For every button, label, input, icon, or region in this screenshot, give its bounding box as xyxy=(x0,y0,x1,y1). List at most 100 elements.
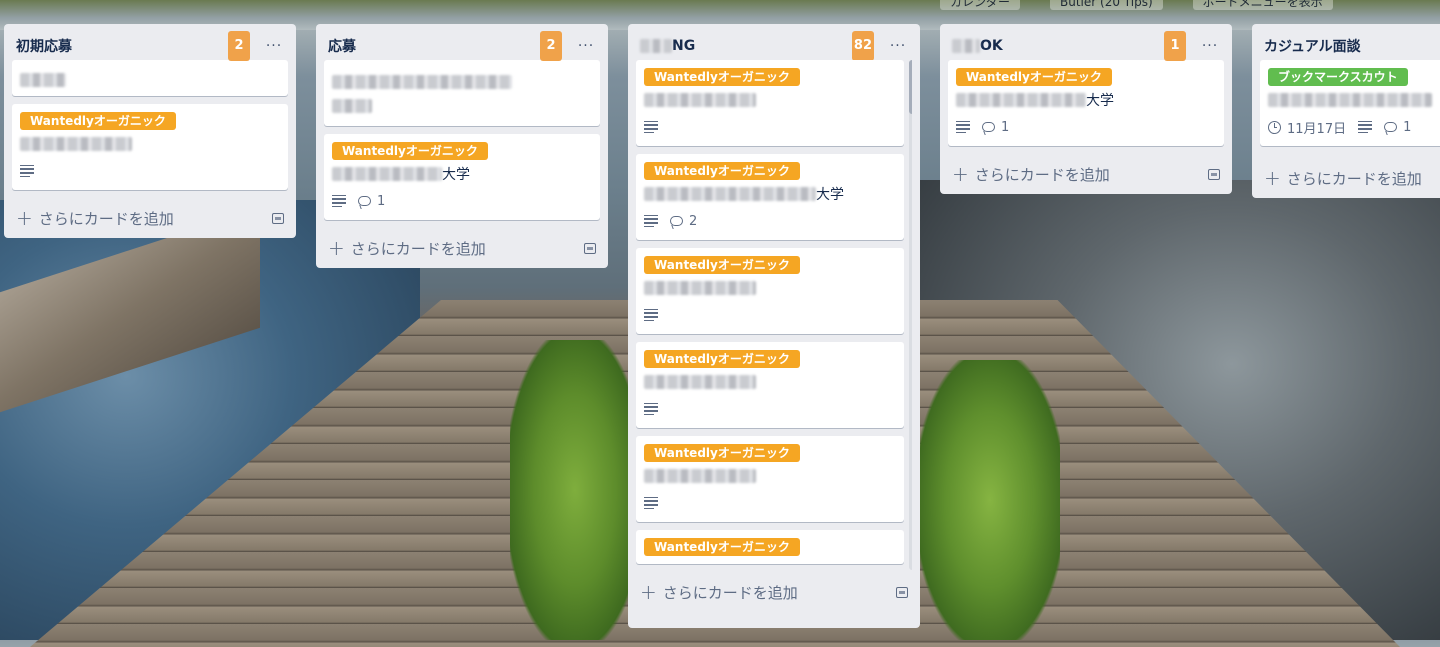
card-title xyxy=(20,70,280,90)
card-count-badge: 2 xyxy=(228,31,250,61)
add-card-label: さらにカードを追加 xyxy=(1286,169,1422,188)
card-label: ブックマークスカウト xyxy=(1268,68,1408,86)
card-title xyxy=(644,466,896,486)
card-title xyxy=(644,278,896,298)
card-label: Wantedlyオーガニック xyxy=(20,112,176,130)
list-ok: OK 1 ··· Wantedlyオーガニック 大学 1 + さらにカードを追加 xyxy=(940,24,1232,194)
plus-icon: + xyxy=(1264,166,1281,190)
description-icon xyxy=(644,120,658,134)
card-badges xyxy=(644,492,896,514)
card-label: Wantedlyオーガニック xyxy=(956,68,1112,86)
list-title[interactable]: 応募 xyxy=(328,36,540,56)
list-menu-button[interactable]: ··· xyxy=(1198,38,1222,54)
comments-badge: 1 xyxy=(358,194,385,209)
list-initial-application: 初期応募 2 ··· Wantedlyオーガニック + さらにカードを追加 xyxy=(4,24,296,238)
card[interactable]: Wantedlyオーガニック 大学 1 xyxy=(324,134,600,220)
card-title-text: 大学 xyxy=(1086,93,1114,109)
list-casual-interview: カジュアル面談 ブックマークスカウト 11月17日 1 + さらにカードを追加 xyxy=(1252,24,1440,198)
card-count-badge: 2 xyxy=(540,31,562,61)
card[interactable] xyxy=(324,60,600,126)
due-date-badge: 11月17日 xyxy=(1268,118,1346,137)
list-menu-button[interactable]: ··· xyxy=(262,38,286,54)
comment-icon xyxy=(982,122,995,132)
description-icon xyxy=(644,402,658,416)
card[interactable]: Wantedlyオーガニック xyxy=(636,60,904,146)
card-title-line-2 xyxy=(332,96,592,116)
plus-icon: + xyxy=(640,580,657,604)
list-title[interactable]: OK xyxy=(952,38,1164,54)
card-label: Wantedlyオーガニック xyxy=(644,162,800,180)
add-card-label: さらにカードを追加 xyxy=(974,165,1110,184)
card[interactable]: Wantedlyオーガニック 大学 1 xyxy=(948,60,1224,146)
add-card-button[interactable]: + さらにカードを追加 xyxy=(948,154,1224,194)
comment-icon xyxy=(358,196,371,206)
description-icon xyxy=(1358,120,1373,134)
card-label: Wantedlyオーガニック xyxy=(332,142,488,160)
list-title[interactable]: NG xyxy=(640,38,852,54)
card-title xyxy=(20,134,280,154)
plus-icon: + xyxy=(952,162,969,186)
card-title-text: 大学 xyxy=(442,167,470,183)
card-count-badge: 1 xyxy=(1164,31,1186,61)
add-card-button[interactable]: + さらにカードを追加 xyxy=(636,572,912,612)
list-menu-button[interactable]: ··· xyxy=(886,38,910,54)
create-from-template-icon[interactable] xyxy=(272,212,284,224)
comment-icon xyxy=(670,216,683,226)
card-badges xyxy=(644,304,896,326)
list-application: 応募 2 ··· Wantedlyオーガニック 大学 1 + さらにカードを追加 xyxy=(316,24,608,268)
comments-badge: 1 xyxy=(1384,120,1411,135)
comments-badge: 1 xyxy=(982,120,1009,135)
card-label: Wantedlyオーガニック xyxy=(644,350,800,368)
card-title: 大学 xyxy=(956,90,1216,110)
description-icon xyxy=(644,214,658,228)
comment-icon xyxy=(1384,122,1398,132)
comment-count: 1 xyxy=(1001,119,1010,135)
card[interactable] xyxy=(12,60,288,96)
card-badges xyxy=(644,116,896,138)
add-card-button[interactable]: + さらにカードを追加 xyxy=(324,228,600,268)
card[interactable]: Wantedlyオーガニック 大学 2 xyxy=(636,154,904,240)
card-badges xyxy=(644,398,896,420)
create-from-template-icon[interactable] xyxy=(584,242,596,254)
list-menu-button[interactable]: ··· xyxy=(574,38,598,54)
comments-badge: 2 xyxy=(670,214,697,229)
list-cards-scroll[interactable]: Wantedlyオーガニック Wantedlyオーガニック 大学 2 Wante… xyxy=(636,60,912,572)
create-from-template-icon[interactable] xyxy=(1208,168,1220,180)
card-badges: 2 xyxy=(644,210,896,232)
comment-count: 2 xyxy=(689,213,698,229)
board-canvas: 初期応募 2 ··· Wantedlyオーガニック + さらにカードを追加 応募… xyxy=(0,0,1440,637)
card-badges: 1 xyxy=(956,116,1216,138)
card-badges xyxy=(20,160,280,182)
add-card-label: さらにカードを追加 xyxy=(662,583,798,602)
card[interactable]: Wantedlyオーガニック xyxy=(636,530,904,564)
add-card-button[interactable]: + さらにカードを追加 xyxy=(1260,154,1440,198)
card[interactable]: Wantedlyオーガニック xyxy=(12,104,288,190)
list-title[interactable]: カジュアル面談 xyxy=(1264,36,1438,56)
list-scrollbar[interactable] xyxy=(909,60,912,570)
list-title[interactable]: 初期応募 xyxy=(16,36,228,56)
description-icon xyxy=(644,496,658,510)
create-from-template-icon[interactable] xyxy=(896,586,908,598)
card-title xyxy=(644,90,896,110)
card-title: 大学 xyxy=(332,164,592,184)
card[interactable]: Wantedlyオーガニック xyxy=(636,436,904,522)
card-title xyxy=(644,372,896,392)
clock-icon xyxy=(1268,120,1281,134)
card[interactable]: Wantedlyオーガニック xyxy=(636,342,904,428)
card-label: Wantedlyオーガニック xyxy=(644,538,800,556)
scrollbar-thumb[interactable] xyxy=(909,60,912,114)
due-date: 11月17日 xyxy=(1287,121,1347,137)
description-icon xyxy=(956,120,970,134)
plus-icon: + xyxy=(16,206,33,230)
card[interactable]: Wantedlyオーガニック xyxy=(636,248,904,334)
list-ng: NG 82 ··· Wantedlyオーガニック Wantedlyオーガニック … xyxy=(628,24,920,628)
description-icon xyxy=(332,194,346,208)
card-badges: 1 xyxy=(332,190,592,212)
card-title xyxy=(1268,90,1432,110)
add-card-label: さらにカードを追加 xyxy=(38,209,174,228)
add-card-button[interactable]: + さらにカードを追加 xyxy=(12,198,288,238)
card-title xyxy=(332,72,592,92)
card-label: Wantedlyオーガニック xyxy=(644,68,800,86)
card[interactable]: ブックマークスカウト 11月17日 1 xyxy=(1260,60,1440,146)
plus-icon: + xyxy=(328,236,345,260)
